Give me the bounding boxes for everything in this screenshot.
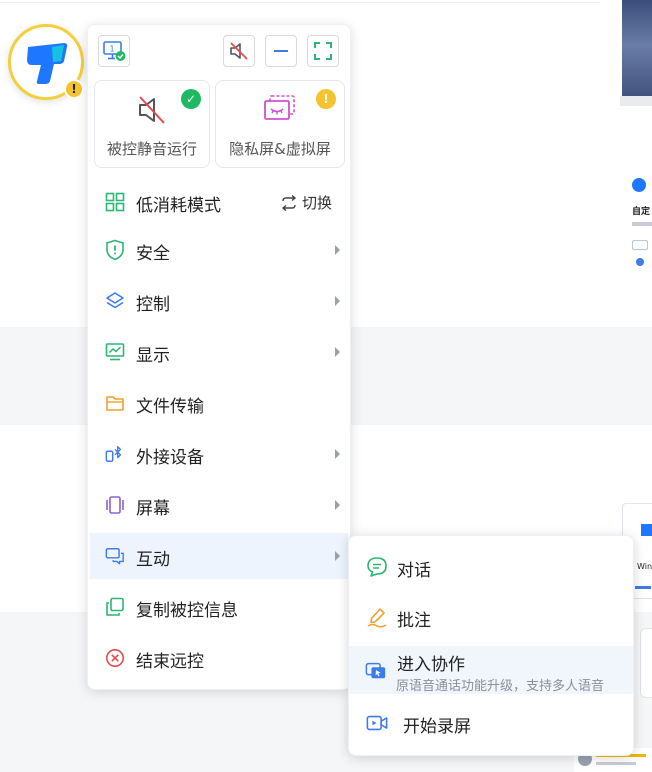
mute-button[interactable] xyxy=(223,35,255,67)
background-side-tab xyxy=(640,628,652,698)
background-swap-icon xyxy=(632,178,646,192)
menu-item-control[interactable]: 控制 xyxy=(90,278,348,324)
menu-item-file-transfer[interactable]: 文件传输 xyxy=(90,380,348,426)
menu-item-label: 结束远控 xyxy=(136,652,204,672)
background-wallpaper-thumbnail xyxy=(622,0,652,100)
background-card-title: 自定 xyxy=(632,207,651,217)
chevron-right-icon xyxy=(335,347,340,357)
chevron-right-icon xyxy=(335,449,340,459)
interaction-submenu: 对话 批注 进入协作 原语音通话功能升级，支持多人语音 开始录屏 xyxy=(348,535,634,756)
menu-item-interaction[interactable]: 互动 xyxy=(90,533,348,579)
menu-item-label: 低消耗模式 xyxy=(136,196,221,216)
todesk-logo-icon xyxy=(27,43,68,84)
menu-item-label: 文件传输 xyxy=(136,397,204,417)
display-chart-icon xyxy=(105,342,125,362)
chevron-right-icon xyxy=(335,245,340,255)
background-text-line xyxy=(596,762,636,765)
copy-icon xyxy=(105,597,125,617)
screen-icon xyxy=(105,495,125,515)
silent-run-label: 被控静音运行 xyxy=(106,140,197,158)
menu-item-external-devices[interactable]: 外接设备 xyxy=(90,431,348,477)
menu-item-display[interactable]: 显示 xyxy=(90,329,348,375)
submenu-item-chat[interactable]: 对话 xyxy=(349,544,633,590)
fullscreen-button[interactable] xyxy=(307,35,339,67)
close-circle-icon xyxy=(105,648,125,668)
submenu-item-description: 原语音通话功能升级，支持多人语音 xyxy=(396,679,605,694)
monitor-number-icon: 1 xyxy=(103,41,126,61)
menu-item-screen[interactable]: 屏幕 xyxy=(90,482,348,528)
menu-item-low-power[interactable]: 低消耗模式 切换 xyxy=(90,179,348,225)
speaker-muted-icon xyxy=(139,96,165,124)
low-power-switch-button[interactable]: 切换 xyxy=(280,192,332,213)
video-record-icon xyxy=(366,712,388,734)
bluetooth-device-icon xyxy=(105,444,125,464)
pen-icon xyxy=(366,606,388,628)
background-text-line xyxy=(632,222,652,226)
status-ok-icon: ✓ xyxy=(181,89,201,109)
menu-item-label: 复制被控信息 xyxy=(136,601,238,621)
status-warning-icon: ! xyxy=(316,89,336,109)
menu-item-security[interactable]: 安全 xyxy=(90,227,348,273)
folder-icon xyxy=(105,393,125,413)
warning-badge: ! xyxy=(64,79,84,99)
chevron-right-icon xyxy=(335,551,340,561)
menu-item-label: 外接设备 xyxy=(136,448,204,468)
menu-item-label: 屏幕 xyxy=(136,499,170,519)
monitor-switch-button[interactable]: 1 xyxy=(98,35,130,67)
minimize-button[interactable] xyxy=(265,35,297,67)
swap-icon xyxy=(281,194,297,211)
menu-item-label: 安全 xyxy=(136,244,170,264)
monitor-index: 1 xyxy=(110,45,115,54)
submenu-item-label: 进入协作 xyxy=(397,655,465,675)
chat-bubble-icon xyxy=(105,546,125,566)
grid-icon xyxy=(105,192,125,212)
layers-icon xyxy=(105,291,125,311)
low-power-switch-label: 切换 xyxy=(301,194,332,212)
page-top-divider xyxy=(0,2,600,3)
silent-run-card[interactable]: ✓ 被控静音运行 xyxy=(94,80,210,168)
windows-logo-icon xyxy=(641,524,652,536)
submenu-item-label: 批注 xyxy=(397,611,431,631)
privacy-screen-icon xyxy=(264,95,295,120)
privacy-screen-card[interactable]: ! 隐私屏&虚拟屏 xyxy=(215,80,345,168)
minimize-icon xyxy=(274,50,288,52)
background-shelf xyxy=(620,96,652,106)
background-windows-label: Win xyxy=(637,562,652,571)
background-link-line xyxy=(635,586,651,589)
shield-icon xyxy=(105,239,125,261)
menu-item-label: 控制 xyxy=(136,295,170,315)
menu-item-label: 互动 xyxy=(136,550,170,570)
collaboration-icon xyxy=(365,659,387,681)
chevron-right-icon xyxy=(335,500,340,510)
remote-control-menu: 1 ✓ 被控静音运行 ! 隐私屏&虚拟屏 低消耗模式 切换 安全 控制 显示 文… xyxy=(87,24,351,690)
chevron-right-icon xyxy=(335,296,340,306)
menu-item-copy-info[interactable]: 复制被控信息 xyxy=(90,584,348,630)
submenu-item-label: 对话 xyxy=(397,561,431,581)
submenu-item-label: 开始录屏 xyxy=(403,717,471,737)
submenu-item-collaborate[interactable]: 进入协作 原语音通话功能升级，支持多人语音 xyxy=(349,646,633,694)
background-feature-card: 自定 xyxy=(622,166,652,276)
speaker-muted-icon xyxy=(230,42,248,60)
menu-item-label: 显示 xyxy=(136,346,170,366)
submenu-item-annotate[interactable]: 批注 xyxy=(349,594,633,640)
menu-item-end-remote[interactable]: 结束远控 xyxy=(90,635,348,681)
chat-icon xyxy=(366,556,388,578)
submenu-item-record-screen[interactable]: 开始录屏 xyxy=(349,700,633,746)
privacy-screen-label: 隐私屏&虚拟屏 xyxy=(229,140,331,158)
fullscreen-icon xyxy=(314,42,332,60)
background-tag xyxy=(632,240,648,250)
background-dot-icon xyxy=(636,258,644,266)
